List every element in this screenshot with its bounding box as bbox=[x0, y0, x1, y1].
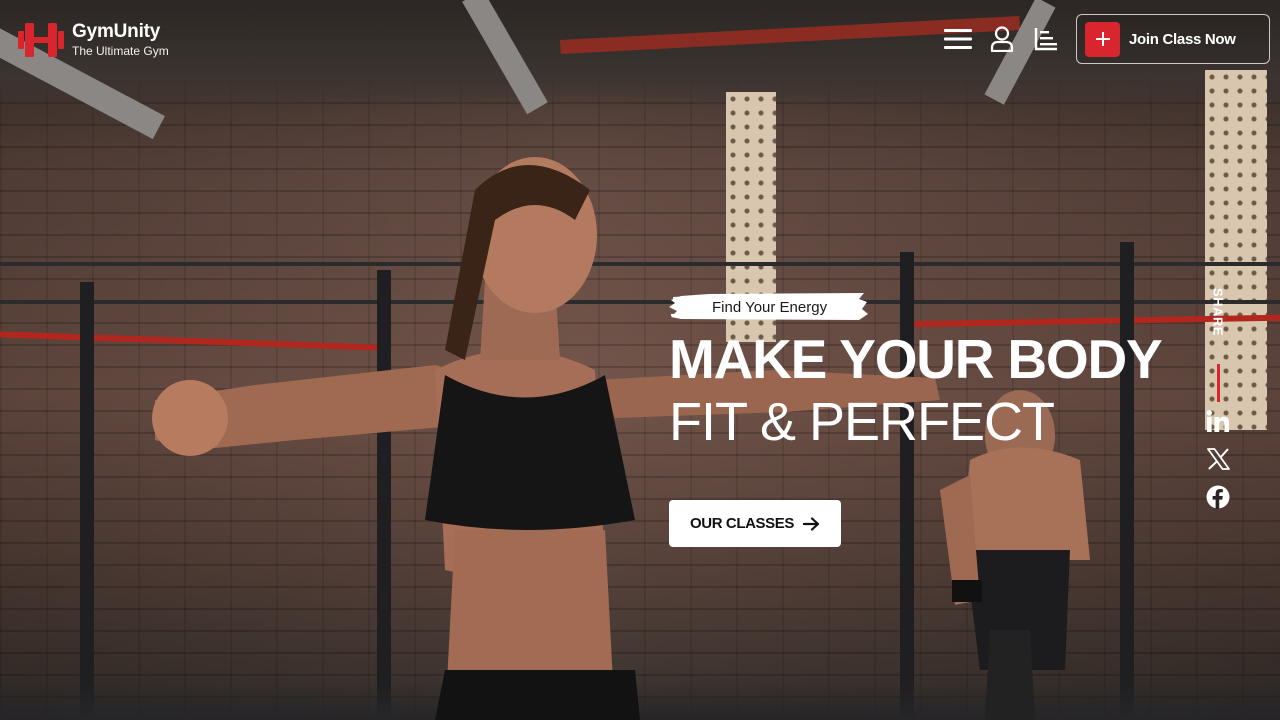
our-classes-button[interactable]: OUR CLASSES bbox=[669, 500, 841, 547]
x-twitter-icon bbox=[1206, 448, 1230, 470]
hero-title-line2: FIT & PERFECT bbox=[669, 392, 1055, 452]
x-share-button[interactable] bbox=[1200, 440, 1236, 478]
hamburger-menu-icon bbox=[944, 29, 972, 49]
join-class-button[interactable]: Join Class Now bbox=[1076, 14, 1270, 64]
tagline-badge: Find Your Energy bbox=[669, 290, 869, 322]
linkedin-icon bbox=[1206, 410, 1229, 432]
plus-icon bbox=[1095, 32, 1110, 46]
arrow-right-icon bbox=[802, 516, 820, 531]
brand[interactable]: GymUnity The Ultimate Gym bbox=[18, 20, 169, 60]
brand-tagline: The Ultimate Gym bbox=[72, 44, 169, 58]
user-icon bbox=[990, 26, 1014, 52]
menu-button[interactable] bbox=[936, 17, 980, 61]
brand-name: GymUnity bbox=[72, 21, 161, 42]
share-label: SHARE bbox=[1210, 288, 1226, 337]
hero-title-line1: MAKE YOUR BODY bbox=[669, 328, 1163, 390]
site-header: GymUnity The Ultimate Gym Join Class Now bbox=[0, 0, 1280, 80]
dumbbell-logo-icon bbox=[18, 23, 64, 57]
linkedin-share-button[interactable] bbox=[1200, 402, 1236, 440]
header-actions: Join Class Now bbox=[936, 14, 1270, 64]
join-plus-badge bbox=[1085, 21, 1120, 57]
facebook-share-button[interactable] bbox=[1200, 478, 1236, 516]
sort-button[interactable] bbox=[1024, 17, 1068, 61]
facebook-icon bbox=[1206, 485, 1230, 509]
rack-post bbox=[80, 282, 94, 720]
bar-sort-icon bbox=[1034, 28, 1057, 51]
account-button[interactable] bbox=[980, 17, 1024, 61]
share-rail: SHARE bbox=[1200, 288, 1236, 516]
hero-content: Find Your Energy MAKE YOUR BODY FIT & PE… bbox=[669, 290, 1209, 547]
join-class-label: Join Class Now bbox=[1129, 30, 1236, 48]
share-divider bbox=[1216, 364, 1220, 402]
hero-tagline: Find Your Energy bbox=[712, 299, 828, 316]
our-classes-label: OUR CLASSES bbox=[690, 515, 794, 532]
